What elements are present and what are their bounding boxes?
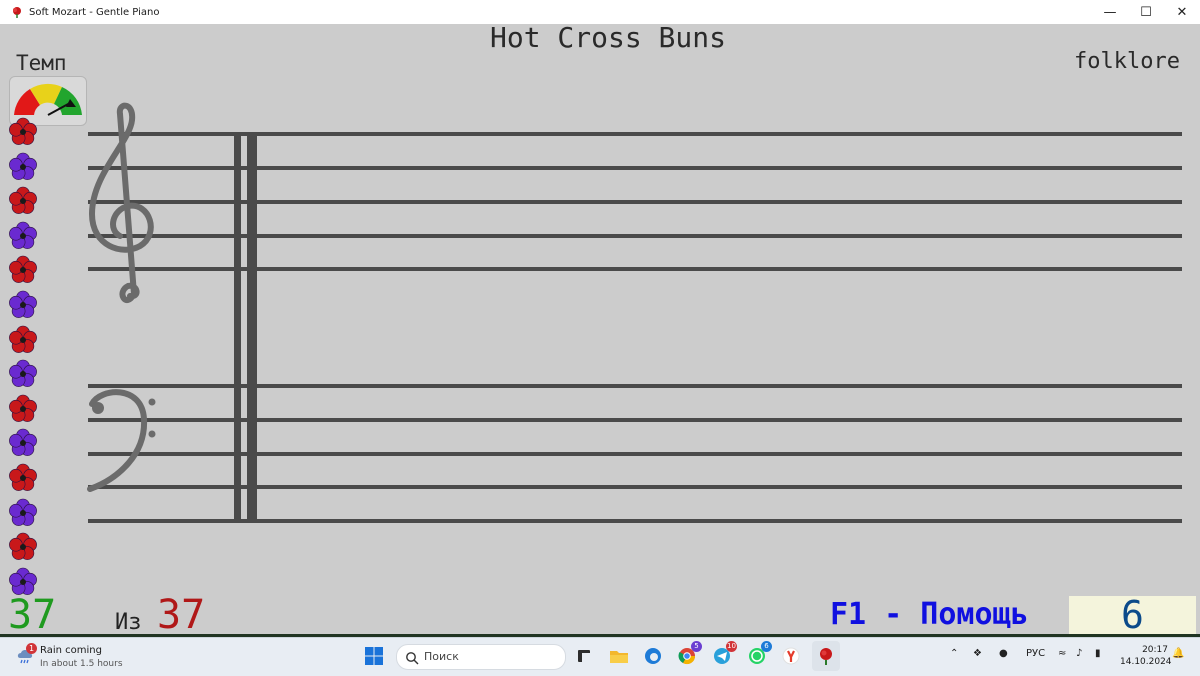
of-label: Из (115, 610, 142, 634)
chevron-up-icon[interactable]: ⌃ (950, 648, 958, 659)
whatsapp-icon[interactable]: 6 (746, 641, 772, 667)
current-note-count: 37 (8, 592, 57, 634)
microphone-icon[interactable]: ● (999, 648, 1008, 659)
yandex-browser-icon[interactable] (780, 645, 802, 667)
wifi-icon[interactable]: ≈ (1058, 648, 1066, 659)
volume-icon[interactable]: ♪ (1076, 648, 1082, 659)
taskbar: 1 Rain coming In about 1.5 hours Поиск 5… (0, 637, 1200, 676)
language-indicator[interactable]: РУС (1026, 648, 1045, 659)
soft-mozart-app-icon (10, 5, 24, 19)
clock-time: 20:17 (1142, 645, 1168, 655)
weather-subtitle: In about 1.5 hours (40, 659, 123, 669)
total-note-count: 37 (157, 592, 206, 634)
maximize-icon: ☐ (1140, 4, 1152, 20)
start-button[interactable] (364, 646, 384, 666)
whatsapp-badge: 6 (761, 641, 772, 652)
score-display: 6 (1069, 596, 1196, 634)
bass-clef-icon (87, 389, 156, 492)
soft-mozart-icon[interactable] (815, 645, 837, 667)
dropbox-icon[interactable]: ❖ (973, 648, 982, 659)
file-explorer-icon[interactable] (608, 645, 630, 667)
windows-logo-icon (365, 647, 383, 665)
system-clock[interactable]: 20:17 14.10.2024 (1120, 644, 1172, 668)
search-icon (405, 650, 419, 665)
notification-bell-icon[interactable]: 🔔 (1172, 648, 1184, 659)
telegram-icon[interactable]: 10 (711, 641, 737, 667)
task-view-icon[interactable] (574, 645, 596, 667)
battery-icon[interactable]: ▮ (1095, 648, 1101, 659)
minimize-icon: — (1103, 4, 1117, 20)
sheet-area: Hot Cross Buns folklore Темп 37 Из 37 F1… (0, 21, 1200, 634)
window-title: Soft Mozart - Gentle Piano (29, 6, 160, 18)
weather-widget[interactable]: 1 Rain coming In about 1.5 hours (14, 643, 154, 671)
search-placeholder: Поиск (424, 650, 459, 663)
weather-badge: 1 (26, 643, 37, 654)
chrome-browser-icon[interactable]: 5 (676, 641, 702, 667)
edge-browser-icon[interactable] (642, 645, 664, 667)
close-icon: ✕ (1176, 4, 1188, 20)
clock-date: 14.10.2024 (1120, 657, 1172, 667)
grand-staff[interactable] (0, 24, 1200, 634)
weather-title: Rain coming (40, 645, 102, 656)
barline (234, 134, 257, 523)
chrome-badge: 5 (691, 641, 702, 652)
telegram-badge: 10 (726, 641, 737, 652)
app-window: Soft Mozart - Gentle Piano — ☐ ✕ Hot Cro… (0, 0, 1200, 634)
taskbar-search[interactable]: Поиск (396, 644, 566, 670)
help-hint[interactable]: F1 - Помощь (830, 597, 1029, 632)
